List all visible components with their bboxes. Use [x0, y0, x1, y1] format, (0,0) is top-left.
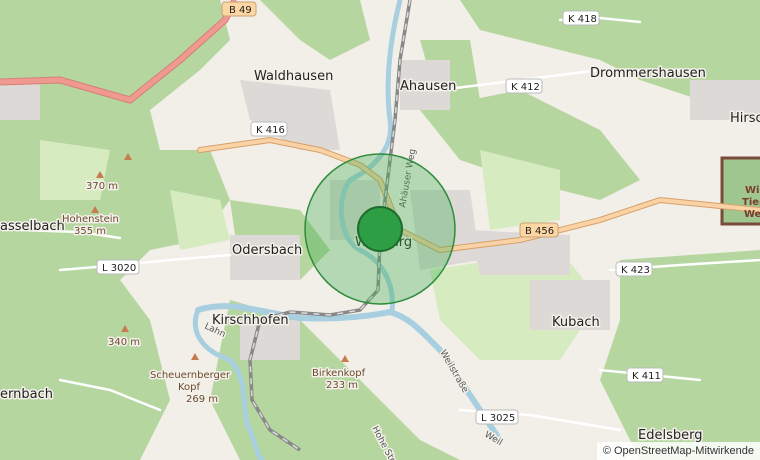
shield-k423: K 423 — [615, 261, 653, 277]
svg-text:K 416: K 416 — [256, 125, 285, 136]
peak-label-355: 355 m — [74, 226, 106, 237]
zoo-label: Wi Tier We — [742, 185, 760, 220]
town-hirschhausen: Hirsch — [730, 111, 760, 126]
town-drommershausen: Drommershausen — [590, 66, 706, 81]
town-edelsberg: Edelsberg — [638, 428, 702, 443]
svg-text:K 411: K 411 — [632, 371, 661, 382]
shield-k412: K 412 — [505, 78, 543, 94]
town-ernbach: ernbach — [0, 387, 53, 402]
map-canvas[interactable]: Waldhausen Ahausen Drommershausen Hirsch… — [0, 0, 760, 460]
zoo-label-line-2: Tier — [742, 197, 760, 208]
town-kirschhofen: Kirschhofen — [212, 313, 289, 328]
shield-l3025: L 3025 — [475, 409, 519, 425]
peak-label-233: 233 m — [326, 380, 358, 391]
town-hasselbach: asselbach — [0, 219, 65, 234]
town-odersbach: Odersbach — [232, 243, 302, 258]
town-ahausen: Ahausen — [400, 79, 456, 94]
svg-text:B 456: B 456 — [525, 226, 554, 237]
zoo-label-line-1: Wi — [745, 185, 759, 196]
peak-name-scheuernberger: Scheuernberger — [150, 370, 231, 381]
peak-label-269: 269 m — [186, 394, 218, 405]
svg-text:B 49: B 49 — [229, 5, 252, 16]
peak-name-hohenstein: Hohenstein — [62, 214, 119, 225]
svg-text:K 423: K 423 — [621, 265, 650, 276]
zoo-label-line-3: We — [744, 209, 760, 220]
shield-k418: K 418 — [562, 10, 600, 26]
location-marker[interactable] — [357, 206, 403, 252]
town-kubach: Kubach — [552, 315, 600, 330]
svg-text:K 412: K 412 — [511, 82, 540, 93]
svg-text:K 418: K 418 — [568, 14, 597, 25]
peak-label-370: 370 m — [86, 181, 118, 192]
svg-text:L 3020: L 3020 — [102, 263, 136, 274]
peak-name-kopf: Kopf — [178, 382, 201, 393]
shield-k411: K 411 — [626, 367, 664, 383]
shield-l3020: L 3020 — [96, 259, 140, 275]
svg-text:L 3025: L 3025 — [481, 413, 515, 424]
peak-label-340: 340 m — [108, 337, 140, 348]
peak-name-birkenkopf: Birkenkopf — [312, 368, 366, 379]
shield-b456: B 456 — [519, 222, 559, 238]
map-attribution[interactable]: © OpenStreetMap-Mitwirkende — [596, 442, 760, 460]
shield-k416: K 416 — [250, 121, 288, 137]
shield-b49: B 49 — [221, 1, 257, 17]
town-waldhausen: Waldhausen — [254, 69, 333, 84]
